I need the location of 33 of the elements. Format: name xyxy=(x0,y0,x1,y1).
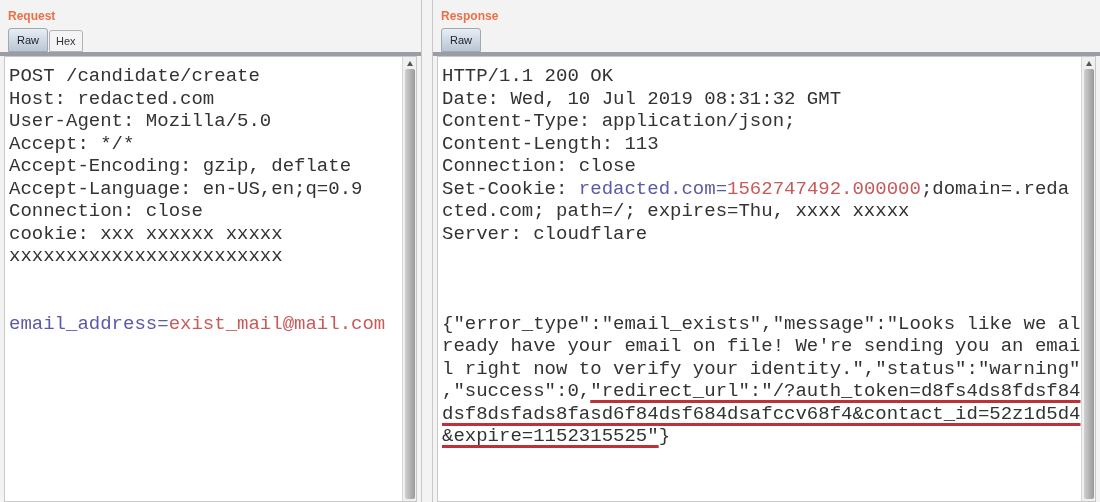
code-line: {"error_type":"email_exists","message":"Looks like we al xyxy=(442,312,1081,335)
code-line: Content-Length: 113 xyxy=(442,132,659,155)
code-line: Connection: close xyxy=(9,200,203,223)
code-line: email_address=exist_mail@mail.com xyxy=(9,312,386,335)
scroll-up-icon[interactable] xyxy=(1085,61,1092,66)
code-line: ready have your email on file! We're sending you an emai xyxy=(442,335,1081,358)
code-line: Accept-Encoding: gzip, deflate xyxy=(9,155,352,178)
code-line: User-Agent: Mozilla/5.0 xyxy=(9,110,272,133)
code-line: Server: cloudflare xyxy=(442,222,648,245)
code-line: cted.com; path=/; expires=Thu, xxxx xxxxx xyxy=(442,200,910,223)
code-line: cookie: xxx xxxxxx xxxxx xyxy=(9,222,283,245)
scrollbar[interactable] xyxy=(1081,57,1095,501)
code-line: HTTP/1.1 200 OK xyxy=(442,65,614,88)
tab[interactable]: Raw xyxy=(8,28,48,52)
code-line: &expire=1152315525"} xyxy=(442,425,671,448)
tab[interactable]: Hex xyxy=(49,30,83,52)
tab[interactable]: Raw xyxy=(441,28,481,52)
code-line: POST /candidate/create xyxy=(9,65,260,88)
code-line: dsf8dsfads8fasd6f84dsf684dsafccv68f4&contact_id=52z1d5d4 xyxy=(442,402,1081,425)
panel-title: Response xyxy=(440,8,500,25)
code-line: Content-Type: application/json; xyxy=(442,110,796,133)
code-line: Host: redacted.com xyxy=(9,87,215,110)
code-line: xxxxxxxxxxxxxxxxxxxxxxxx xyxy=(9,245,283,268)
code-line: Set-Cookie: redacted.com=1562747492.000000;domain=.reda xyxy=(442,177,1070,200)
scroll-up-icon[interactable] xyxy=(406,61,413,66)
code-line: l right now to verify your identity.","status":"warning" xyxy=(442,357,1081,380)
code-line: Accept-Language: en-US,en;q=0.9 xyxy=(9,177,363,200)
code-line: Connection: close xyxy=(442,155,636,178)
scrollbar[interactable] xyxy=(402,57,416,501)
panel-title: Request xyxy=(7,8,57,25)
code-line: Accept: */* xyxy=(9,132,135,155)
code-line: ,"success":0,"redirect_url":"/?auth_token=d8fs4ds8fdsf84 xyxy=(442,380,1081,403)
code-line: Date: Wed, 10 Jul 2019 08:31:32 GMT xyxy=(442,87,842,110)
